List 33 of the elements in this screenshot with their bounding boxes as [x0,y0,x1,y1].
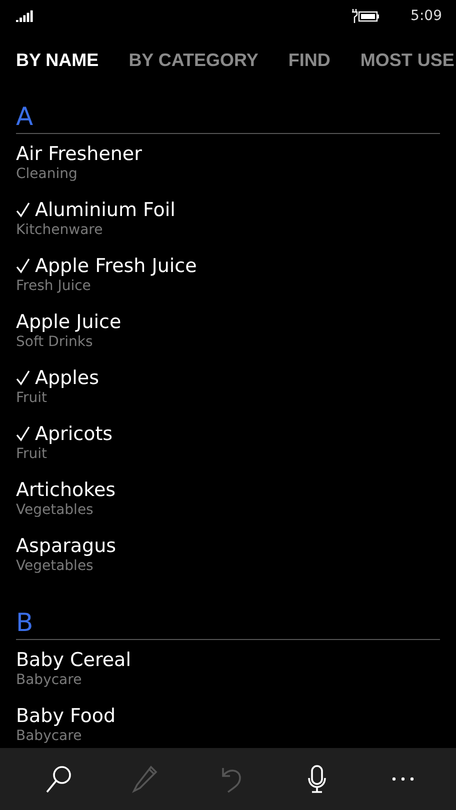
section-letter: A [16,102,440,134]
item-name[interactable]: Apple Fresh Juice [35,254,197,278]
pencil-icon [132,765,158,793]
item-category: Fresh Juice [16,278,92,294]
item-name[interactable]: Air Freshener [16,142,142,166]
item-category: Vegetables [16,558,94,574]
item-name[interactable]: Apricots [35,422,113,446]
item-category: Kitchenware [16,222,104,238]
item-category: Babycare [16,728,83,744]
signal-icon [16,10,34,22]
clock-time: 5:09 [410,8,442,24]
item-name[interactable]: Apple Juice [16,310,122,334]
tab[interactable]: FIND [288,50,330,90]
tab[interactable]: BY NAME [16,50,99,90]
item-category: Cleaning [16,166,78,182]
search-icon [45,764,73,794]
item-category: Soft Drinks [16,334,94,350]
undo-icon [220,765,242,793]
item-category: Fruit [16,390,48,406]
more-icon [392,777,414,781]
item-category: Vegetables [16,502,94,518]
item-name[interactable]: Aluminium Foil [35,198,176,222]
tab[interactable]: BY CATEGORY [128,50,258,90]
item-name[interactable]: Apples [35,366,99,390]
item-category: Fruit [16,446,48,462]
tab[interactable]: MOST USE [360,50,454,90]
item-category: Babycare [16,672,83,688]
item-name[interactable]: Artichokes [16,478,116,502]
item-name[interactable]: Asparagus [16,534,116,558]
item-name[interactable]: Baby Food [16,704,116,728]
microphone-icon [307,764,327,794]
item-name[interactable]: Baby Cereal [16,648,131,672]
section-letter: B [16,608,440,640]
